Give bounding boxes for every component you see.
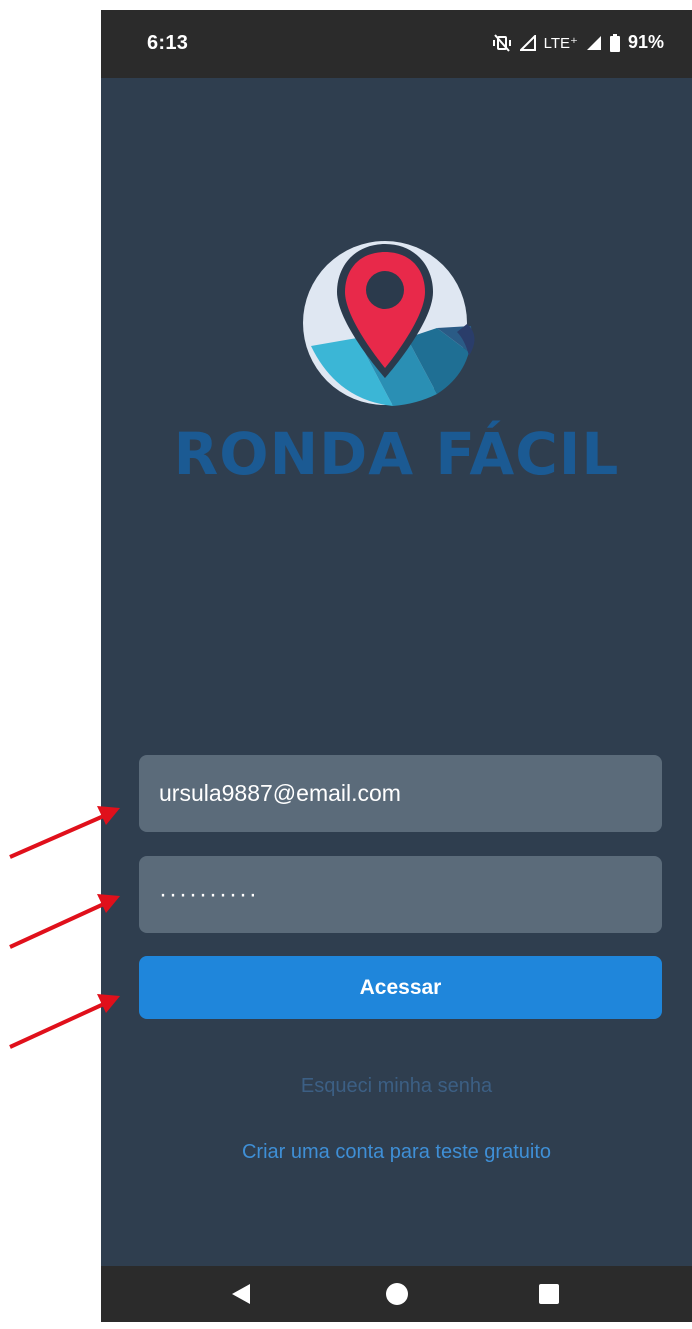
- home-icon: [386, 1283, 408, 1305]
- network-type: LTE⁺: [543, 34, 578, 52]
- battery-icon: [609, 33, 620, 52]
- nav-home-button[interactable]: [357, 1266, 437, 1322]
- app-logo: [297, 228, 497, 418]
- email-input[interactable]: [139, 755, 662, 832]
- navigation-bar: [101, 1266, 692, 1322]
- vibrate-off-icon: [492, 33, 512, 52]
- access-button[interactable]: Acessar: [139, 956, 662, 1019]
- nav-recents-button[interactable]: [509, 1266, 589, 1322]
- recents-icon: [539, 1284, 559, 1304]
- password-input[interactable]: [139, 856, 662, 933]
- signal-icon: [519, 34, 536, 51]
- status-icons: LTE⁺ 91%: [492, 32, 664, 53]
- signal-icon: [586, 35, 602, 51]
- create-account-link[interactable]: Criar uma conta para teste gratuito: [101, 1141, 692, 1164]
- back-icon: [232, 1284, 250, 1304]
- phone-screen: 6:13 LTE⁺ 91% RONDA FÁCIL ursula9887@ema…: [101, 10, 692, 1322]
- battery-level: 91%: [627, 32, 664, 52]
- forgot-password-link[interactable]: Esqueci minha senha: [101, 1075, 692, 1098]
- status-bar: 6:13 LTE⁺ 91%: [101, 10, 692, 78]
- logo-wordmark: RONDA FÁCIL: [173, 420, 620, 488]
- status-time: 6:13: [147, 32, 189, 54]
- nav-back-button[interactable]: [201, 1266, 281, 1322]
- screenshot-stage: 6:13 LTE⁺ 91% RONDA FÁCIL ursula9887@ema…: [0, 0, 692, 1329]
